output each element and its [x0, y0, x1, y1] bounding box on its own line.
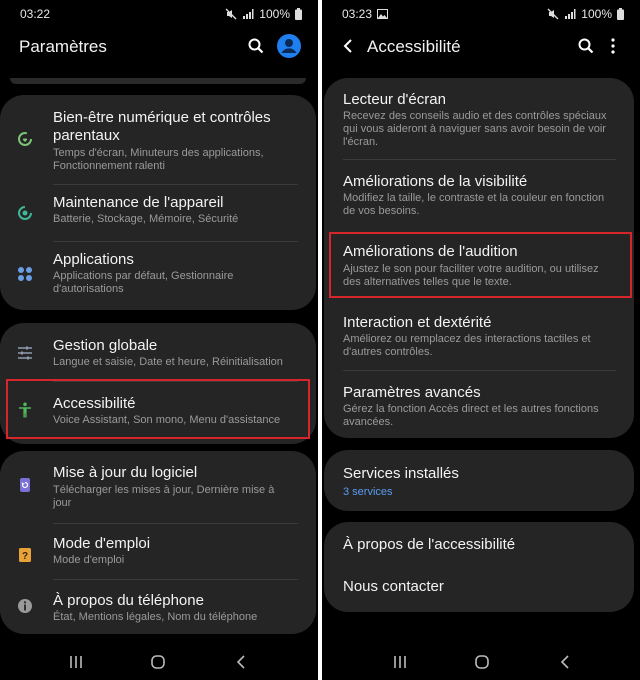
page-title: Accessibilité: [367, 37, 461, 56]
item-subtitle: Batterie, Stockage, Mémoire, Sécurité: [53, 213, 239, 225]
item-title: Améliorations de la visibilité: [343, 173, 528, 190]
gallery-notification-icon: [377, 8, 388, 22]
accessibility-card-3: À propos de l'accessibilité Nous contact…: [324, 522, 634, 612]
settings-card-3: Mise à jour du logiciel Télécharger les …: [0, 451, 316, 634]
mute-icon: [547, 8, 559, 20]
item-subtitle-cont: l'écran.: [343, 136, 379, 148]
menu-item-device-care[interactable]: Maintenance de l'appareil Batterie, Stoc…: [0, 185, 316, 241]
search-icon[interactable]: [576, 36, 596, 56]
scroll-peek: [10, 78, 306, 84]
item-subtitle: Applications par défaut, Gestionnaire: [53, 270, 234, 282]
item-title-cont: parentaux: [53, 127, 120, 144]
item-title: Gestion globale: [53, 337, 158, 354]
settings-card-1: Bien-être numérique et contrôles parenta…: [0, 95, 316, 310]
item-subtitle: Recevez des conseils audio et des contrô…: [343, 110, 607, 122]
item-subtitle: Gérez la fonction Accès direct et les au…: [343, 403, 599, 415]
menu-item-digital-wellbeing[interactable]: Bien-être numérique et contrôles parenta…: [0, 95, 316, 182]
mute-icon: [225, 8, 237, 20]
menu-item-about-accessibility[interactable]: À propos de l'accessibilité: [324, 522, 634, 567]
item-subtitle-cont: avancées.: [343, 416, 394, 428]
menu-item-installed-services[interactable]: Services installés 3 services: [324, 450, 634, 511]
recent-apps-icon[interactable]: [68, 654, 84, 670]
settings-screen: 03:22 100% Paramètres Bien-être numériqu…: [0, 0, 318, 680]
back-arrow-icon[interactable]: [340, 38, 356, 54]
item-subtitle-cont: d'autorisations: [53, 283, 124, 295]
digital-wellbeing-icon: [17, 131, 33, 147]
item-title: À propos du téléphone: [53, 592, 204, 609]
item-title: Paramètres avancés: [343, 384, 481, 401]
item-title: Mise à jour du logiciel: [53, 464, 198, 481]
item-title: Nous contacter: [343, 578, 444, 595]
menu-item-general-management[interactable]: Gestion globale Langue et saisie, Date e…: [0, 323, 316, 379]
item-title: Maintenance de l'appareil: [53, 194, 224, 211]
menu-item-about-phone[interactable]: À propos du téléphone État, Mentions lég…: [0, 580, 316, 634]
battery-level: 100%: [581, 7, 612, 21]
accessibility-card-2: Services installés 3 services: [324, 450, 634, 511]
signal-icon: [564, 8, 576, 20]
user-manual-icon: ?: [17, 547, 33, 563]
menu-item-interaction[interactable]: Interaction et dextérité Améliorez ou re…: [324, 300, 634, 370]
menu-item-software-update[interactable]: Mise à jour du logiciel Télécharger les …: [0, 451, 316, 523]
status-time: 03:23: [342, 7, 373, 21]
status-time: 03:22: [20, 7, 51, 21]
accessibility-screen: 03:23 100% Accessibilité Lecteur d'écran…: [322, 0, 640, 680]
app-header: Accessibilité: [322, 28, 640, 68]
home-icon[interactable]: [474, 654, 490, 670]
item-title: Lecteur d'écran: [343, 91, 446, 108]
menu-item-visibility[interactable]: Améliorations de la visibilité Modifiez …: [324, 160, 634, 230]
item-title: Interaction et dextérité: [343, 314, 492, 331]
sliders-icon: [17, 345, 33, 361]
menu-item-advanced-settings[interactable]: Paramètres avancés Gérez la fonction Acc…: [324, 371, 634, 438]
menu-item-screen-reader[interactable]: Lecteur d'écran Recevez des conseils aud…: [324, 78, 634, 159]
status-bar: 03:23 100%: [322, 0, 640, 26]
item-title: À propos de l'accessibilité: [343, 536, 516, 553]
item-subtitle: Améliorez ou remplacez des interactions …: [343, 333, 591, 345]
device-care-icon: [17, 205, 33, 221]
svg-text:?: ?: [22, 551, 28, 562]
item-subtitle: Télécharger les mises à jour, Dernière m…: [53, 484, 275, 496]
battery-icon: [295, 8, 302, 20]
item-subtitle-cont: Fonctionnement ralenti: [53, 160, 165, 172]
menu-item-applications[interactable]: Applications Applications par défaut, Ge…: [0, 242, 316, 310]
info-icon: [17, 598, 33, 614]
highlight-box: [6, 379, 310, 439]
battery-level: 100%: [259, 7, 290, 21]
profile-avatar-icon[interactable]: [277, 34, 301, 58]
services-count-link: 3 services: [343, 486, 393, 498]
item-subtitle: Modifiez la taille, le contraste et la c…: [343, 192, 605, 204]
item-title: Mode d'emploi: [53, 535, 151, 552]
recent-apps-icon[interactable]: [392, 654, 408, 670]
more-options-icon[interactable]: [607, 36, 619, 56]
status-bar: 03:22 100%: [0, 0, 318, 26]
menu-item-contact-us[interactable]: Nous contacter: [324, 567, 634, 612]
item-subtitle: État, Mentions légales, Nom du téléphone: [53, 611, 258, 623]
signal-icon: [242, 8, 254, 20]
page-title: Paramètres: [19, 37, 107, 56]
item-subtitle: Langue et saisie, Date et heure, Réiniti…: [53, 356, 283, 368]
item-subtitle-cont: jour: [53, 497, 72, 509]
software-update-icon: [17, 477, 33, 493]
apps-icon: [17, 266, 33, 282]
menu-item-user-manual[interactable]: ? Mode d'emploi Mode d'emploi: [0, 524, 316, 579]
item-subtitle-cont: de vos besoins.: [343, 205, 420, 217]
item-subtitle: Mode d'emploi: [53, 554, 125, 566]
item-title: Applications: [53, 251, 134, 268]
item-subtitle-cont: d'autres contrôles.: [343, 346, 433, 358]
navigation-bar: [322, 646, 640, 680]
item-title: Services installés: [343, 465, 459, 482]
item-subtitle-cont: qui vous aideront à naviguer sans avoir …: [343, 123, 606, 135]
back-icon[interactable]: [234, 654, 248, 670]
back-icon[interactable]: [558, 654, 572, 670]
search-icon[interactable]: [246, 36, 266, 56]
highlight-box: [329, 232, 632, 298]
app-header: Paramètres: [0, 28, 318, 68]
navigation-bar: [0, 646, 318, 680]
battery-icon: [617, 8, 624, 20]
item-subtitle: Temps d'écran, Minuteurs des application…: [53, 147, 264, 159]
home-icon[interactable]: [150, 654, 166, 670]
item-title: Bien-être numérique et contrôles: [53, 109, 271, 126]
